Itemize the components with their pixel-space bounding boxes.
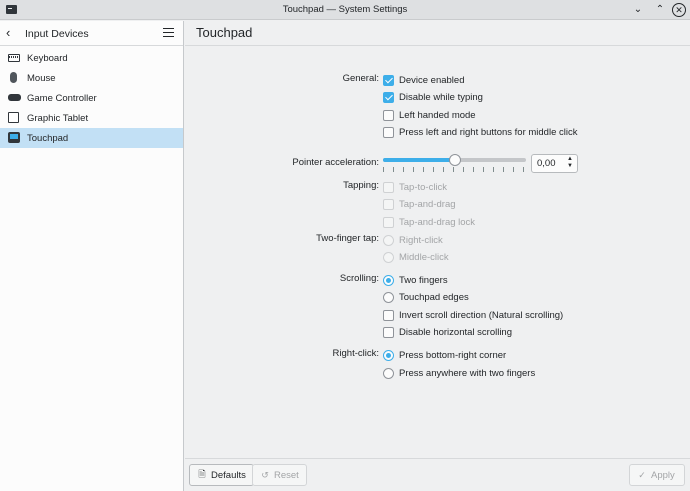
sidebar-item-label: Game Controller	[27, 92, 97, 104]
tap-and-drag-lock-checkbox[interactable]: Tap-and-drag lock	[383, 215, 475, 229]
slider-handle[interactable]	[448, 154, 461, 166]
defaults-button[interactable]: 🗎 Defaults	[189, 464, 254, 486]
disable-while-typing-checkbox[interactable]: Disable while typing	[383, 90, 483, 104]
bottom-right-corner-radio[interactable]: Press bottom-right corner	[383, 348, 506, 362]
option-label: Right-click	[399, 234, 443, 246]
option-label: Tap-and-drag lock	[399, 216, 476, 228]
left-handed-mode-checkbox[interactable]: Left handed mode	[383, 108, 476, 122]
general-label: General:	[342, 73, 379, 84]
two-fingers-anywhere-radio[interactable]: Press anywhere with two fingers	[383, 366, 535, 380]
window-title: Touchpad — System Settings	[282, 4, 408, 15]
radio-circle[interactable]	[383, 367, 394, 379]
checkbox-box[interactable]	[383, 126, 394, 138]
tablet-icon	[8, 112, 19, 123]
button-label: Apply	[651, 469, 675, 481]
option-label: Press anywhere with two fingers	[399, 367, 536, 379]
scrolling-label: Scrolling:	[339, 273, 379, 284]
option-label: Left handed mode	[399, 109, 476, 121]
reset-icon: ↺	[261, 469, 269, 480]
option-label: Device enabled	[399, 74, 465, 86]
radio-circle[interactable]	[383, 291, 394, 303]
checkbox-box[interactable]	[383, 91, 394, 103]
sidebar-item-label: Touchpad	[27, 132, 69, 144]
radio-circle[interactable]	[383, 251, 394, 263]
option-label: Disable while typing	[399, 91, 483, 103]
sidebar-item-label: Graphic Tablet	[27, 112, 89, 124]
reset-button[interactable]: ↺ Reset	[252, 464, 307, 486]
touchpad-icon	[8, 132, 20, 143]
slider-ticks	[383, 167, 526, 172]
button-label: Reset	[274, 469, 299, 481]
option-label: Disable horizontal scrolling	[399, 326, 512, 338]
option-label: Invert scroll direction (Natural scrolli…	[399, 309, 564, 321]
spinbox-arrows-icon[interactable]: ▲ ▼	[567, 156, 573, 170]
invert-scroll-checkbox[interactable]: Invert scroll direction (Natural scrolli…	[383, 308, 563, 322]
mouse-icon	[10, 72, 17, 83]
right-click-radio[interactable]: Right-click	[383, 233, 443, 247]
maximize-icon[interactable]: ⌃	[652, 2, 668, 18]
checkmark-icon: ✓	[638, 469, 646, 480]
option-label: Press bottom-right corner	[399, 349, 507, 361]
sidebar-title: Input Devices	[25, 28, 89, 40]
page-title: Touchpad	[185, 21, 690, 46]
window-titlebar: Touchpad — System Settings ⌄ ⌃ ✕	[0, 0, 690, 20]
button-label: Defaults	[211, 469, 246, 481]
slider-fill	[383, 158, 455, 162]
checkbox-box[interactable]	[383, 181, 394, 193]
gamepad-icon	[8, 94, 21, 101]
checkbox-box[interactable]	[383, 198, 394, 210]
right-click-label: Right-click:	[332, 348, 379, 359]
checkbox-box[interactable]	[383, 309, 394, 321]
pointer-acceleration-slider[interactable]	[383, 152, 526, 174]
hamburger-menu-icon[interactable]	[163, 28, 174, 37]
middle-click-radio[interactable]: Middle-click	[383, 250, 449, 264]
sidebar-item-keyboard[interactable]: Keyboard	[0, 48, 183, 68]
sidebar-item-touchpad[interactable]: Touchpad	[0, 128, 183, 148]
checkbox-box[interactable]	[383, 326, 394, 338]
checkbox-box[interactable]	[383, 216, 394, 228]
back-icon[interactable]: ‹	[6, 25, 10, 41]
apply-button[interactable]: ✓ Apply	[629, 464, 685, 486]
option-label: Touchpad edges	[399, 291, 469, 303]
disable-horizontal-scrolling-checkbox[interactable]: Disable horizontal scrolling	[383, 325, 512, 339]
pointer-acceleration-label: Pointer acceleration:	[292, 157, 379, 168]
spinbox-value[interactable]: 0,00	[537, 158, 556, 169]
checkbox-box[interactable]	[383, 109, 394, 121]
settings-form: General: Device enabled Disable while ty…	[185, 46, 690, 458]
radio-circle[interactable]	[383, 234, 394, 246]
close-icon[interactable]: ✕	[672, 3, 686, 17]
option-label: Press left and right buttons for middle …	[399, 126, 578, 138]
footer-bar: 🗎 Defaults ↺ Reset ✓ Apply	[185, 458, 690, 491]
sidebar-item-label: Keyboard	[27, 52, 68, 64]
two-fingers-radio[interactable]: Two fingers	[383, 273, 448, 287]
sidebar-item-graphic-tablet[interactable]: Graphic Tablet	[0, 108, 183, 128]
tap-and-drag-checkbox[interactable]: Tap-and-drag	[383, 197, 456, 211]
option-label: Tap-and-drag	[399, 198, 456, 210]
minimize-icon[interactable]: ⌄	[630, 2, 646, 18]
checkbox-box[interactable]	[383, 74, 394, 86]
option-label: Middle-click	[399, 251, 449, 263]
pointer-acceleration-spinbox[interactable]: 0,00 ▲ ▼	[531, 154, 578, 173]
sidebar-item-mouse[interactable]: Mouse	[0, 68, 183, 88]
radio-circle[interactable]	[383, 349, 394, 361]
main-panel: Touchpad General: Device enabled Disable…	[185, 21, 690, 491]
tap-to-click-checkbox[interactable]: Tap-to-click	[383, 180, 447, 194]
device-enabled-checkbox[interactable]: Device enabled	[383, 73, 465, 87]
tapping-label: Tapping:	[343, 180, 379, 191]
sidebar-item-game-controller[interactable]: Game Controller	[0, 88, 183, 108]
middle-click-emulation-checkbox[interactable]: Press left and right buttons for middle …	[383, 125, 577, 139]
two-finger-tap-label: Two-finger tap:	[316, 233, 379, 244]
option-label: Two fingers	[399, 274, 448, 286]
sidebar-header: ‹ Input Devices	[0, 21, 183, 46]
sidebar-item-label: Mouse	[27, 72, 56, 84]
option-label: Tap-to-click	[399, 181, 448, 193]
radio-circle[interactable]	[383, 274, 394, 286]
sidebar: ‹ Input Devices Keyboard Mouse Game Cont…	[0, 21, 184, 491]
touchpad-edges-radio[interactable]: Touchpad edges	[383, 290, 469, 304]
keyboard-icon	[8, 54, 20, 62]
document-defaults-icon: 🗎	[198, 469, 206, 479]
